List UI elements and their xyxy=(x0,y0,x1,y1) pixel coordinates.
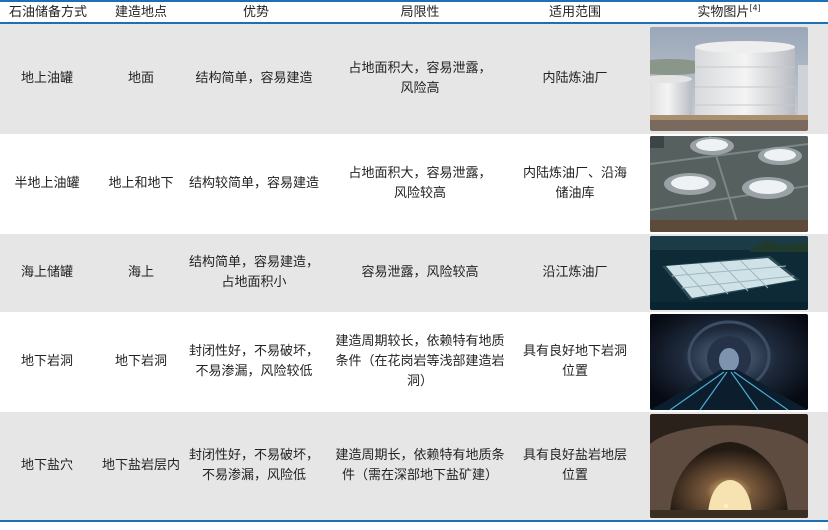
header-limitation: 局限性 xyxy=(400,5,440,20)
header-method: 石油储备方式 xyxy=(8,5,87,20)
table-row: 半地上油罐 地上和地下 结构较简单，容易建造 占地面积大，容易泄露， 风险较高 内… xyxy=(0,134,828,234)
cell-method: 海上储罐 xyxy=(20,265,73,280)
table-row: 地上油罐 地面 结构简单，容易建造 占地面积大，容易泄露， 风险高 内陆炼油厂 xyxy=(0,24,828,134)
cell-limitation: 容易泄露，风险较高 xyxy=(361,265,479,280)
cell-scope: 内陆炼油厂 xyxy=(542,71,608,86)
cell-scope: 沿江炼油厂 xyxy=(542,265,608,280)
header-image-label: 实物图片 xyxy=(697,5,750,20)
table-row: 海上储罐 海上 结构简单，容易建造， 占地面积小 容易泄露，风险较高 沿江炼油厂 xyxy=(0,234,828,312)
tank-farm-photo xyxy=(650,27,808,131)
cell-site: 地下岩洞 xyxy=(114,354,167,369)
cell-limitation: 建造周期长，依赖特有地质条 件（需在深部地下盐矿建） xyxy=(335,448,505,483)
cell-method: 半地上油罐 xyxy=(14,176,80,191)
table-row: 地下盐穴 地下盐岩层内 封闭性好，不易破坏， 不易渗漏，风险低 建造周期长，依赖特… xyxy=(0,412,828,520)
table-bottom-rule xyxy=(0,520,828,522)
cell-limitation: 占地面积大，容易泄露， 风险高 xyxy=(348,61,492,96)
header-image-ref: [4] xyxy=(749,3,761,13)
cell-site: 海上 xyxy=(127,265,154,280)
header-advantage: 优势 xyxy=(242,5,269,20)
cell-limitation: 建造周期较长，依赖特有地质 条件（在花岗岩等浅部建造岩 洞） xyxy=(335,334,505,389)
cell-advantage: 结构较简单，容易建造 xyxy=(188,176,319,191)
cell-site: 地上和地下 xyxy=(108,176,174,191)
header-scope: 适用范围 xyxy=(548,5,601,20)
cell-scope: 具有良好地下岩洞 位置 xyxy=(522,344,627,379)
header-site: 建造地点 xyxy=(114,5,167,20)
cell-method: 地上油罐 xyxy=(20,71,73,86)
table-header: 石油储备方式 建造地点 优势 局限性 适用范围 实物图片[4] xyxy=(0,0,828,24)
cell-site: 地下盐岩层内 xyxy=(101,458,180,473)
cell-method: 地下岩洞 xyxy=(20,354,73,369)
rock-cavern-photo xyxy=(650,314,808,410)
cell-scope: 具有良好盐岩地层 位置 xyxy=(522,448,627,483)
table-row: 地下岩洞 地下岩洞 封闭性好，不易破坏， 不易渗漏，风险较低 建造周期较长，依赖特… xyxy=(0,312,828,412)
semi-buried-tanks-photo xyxy=(650,136,808,232)
cell-limitation: 占地面积大，容易泄露， 风险较高 xyxy=(348,166,492,201)
cell-advantage: 结构简单，容易建造 xyxy=(195,71,313,86)
cell-site: 地面 xyxy=(127,71,154,86)
cell-method: 地下盐穴 xyxy=(20,458,73,473)
cell-scope: 内陆炼油厂、沿海 储油库 xyxy=(522,166,627,201)
header-image: 实物图片[4] xyxy=(650,2,808,24)
cell-advantage: 封闭性好，不易破坏， 不易渗漏，风险较低 xyxy=(188,344,319,379)
salt-cavern-photo xyxy=(650,414,808,518)
cell-advantage: 封闭性好，不易破坏， 不易渗漏，风险低 xyxy=(188,448,319,483)
offshore-storage-photo xyxy=(650,236,808,310)
cell-advantage: 结构简单，容易建造， 占地面积小 xyxy=(188,255,319,290)
